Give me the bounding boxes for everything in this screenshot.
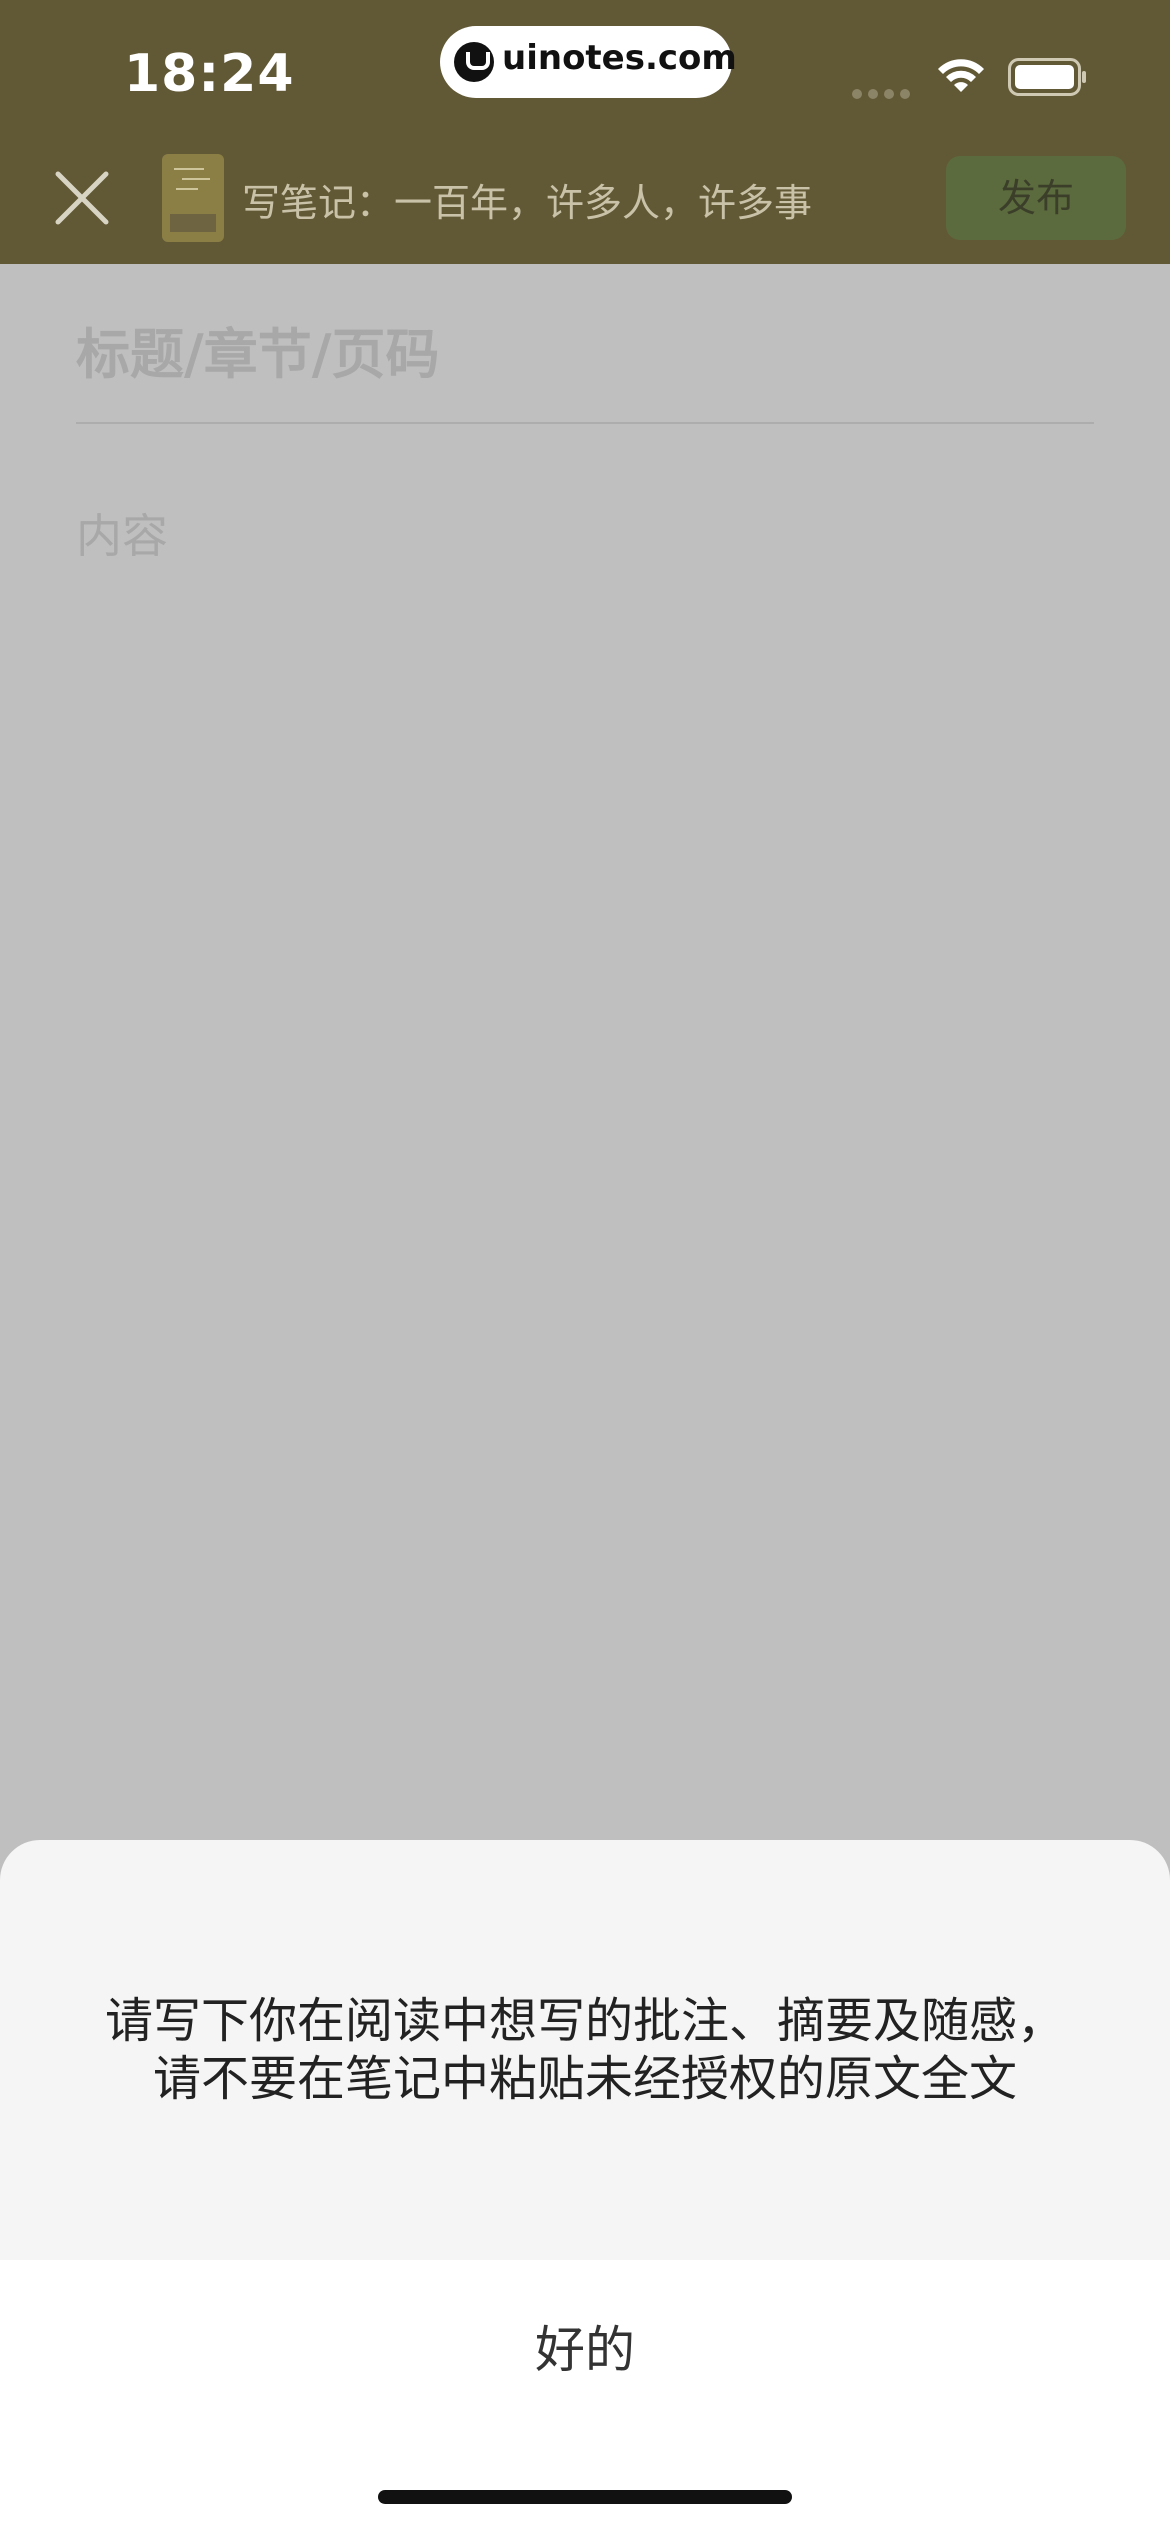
book-cover-image <box>162 154 224 242</box>
title-input[interactable]: 标题/章节/页码 <box>76 310 439 389</box>
wifi-icon <box>938 59 984 92</box>
watermark-text: uinotes.com <box>502 38 737 78</box>
watermark-badge: uinotes.com <box>440 26 737 98</box>
notice-message-line-2: 请不要在笔记中粘贴未经授权的原文全文 <box>152 2051 1017 2107</box>
home-indicator[interactable] <box>378 2490 792 2504</box>
cellular-signal-icon <box>852 84 916 103</box>
battery-icon <box>1008 58 1086 96</box>
status-time: 18:24 <box>124 44 295 104</box>
notice-sheet: 请写下你在阅读中想写的批注、摘要及随感， 请不要在笔记中粘贴未经授权的原文全文 <box>0 1840 1170 2260</box>
divider <box>76 422 1094 424</box>
notice-message: 请写下你在阅读中想写的批注、摘要及随感， 请不要在笔记中粘贴未经授权的原文全文 <box>0 1992 1170 2108</box>
content-input[interactable]: 内容 <box>76 500 168 566</box>
uinotes-logo-icon <box>454 42 494 82</box>
top-header: 18:24 uinotes.com 写笔记：一百年，许多人，许多事 发布 <box>0 0 1170 264</box>
ok-button[interactable]: 好的 <box>0 2310 1170 2382</box>
notice-message-line-1: 请写下你在阅读中想写的批注、摘要及随感， <box>104 1993 1065 2049</box>
publish-button[interactable]: 发布 <box>946 156 1126 240</box>
page-title: 写笔记：一百年，许多人，许多事 <box>242 181 813 225</box>
close-icon[interactable] <box>52 168 112 228</box>
